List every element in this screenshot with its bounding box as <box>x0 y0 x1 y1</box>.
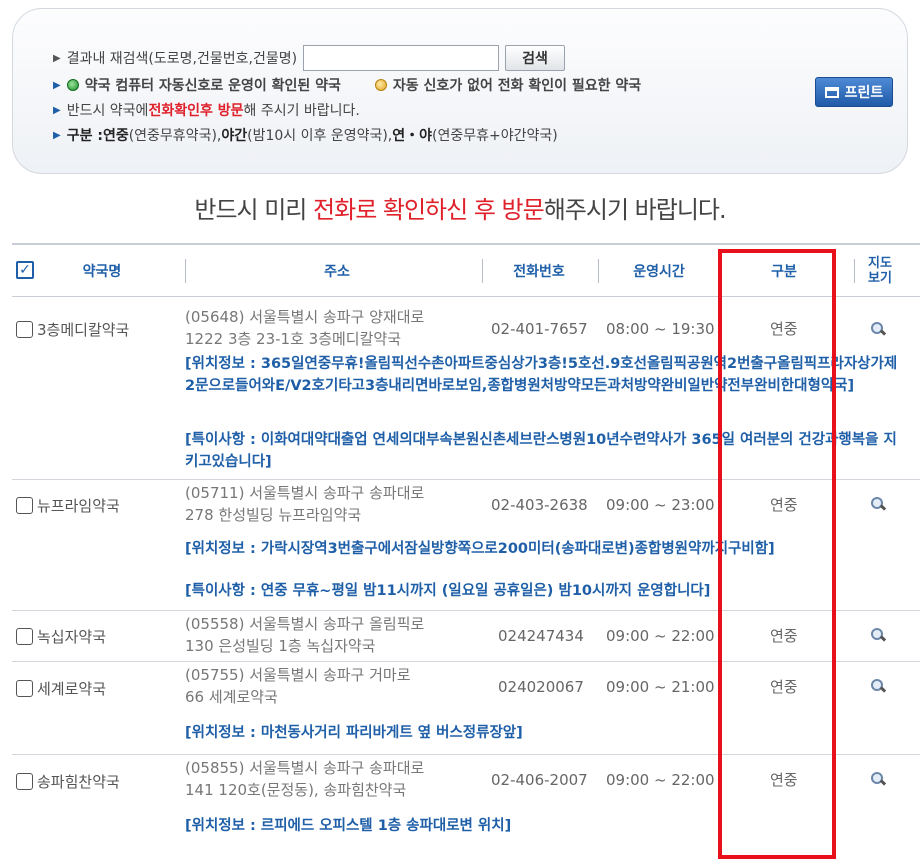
address-line2: 141 120호(문정동), 송파힘찬약국 <box>185 781 407 799</box>
address-cell: (05711) 서울특별시 송파구 송파대로 278 한성빌딩 뉴프라임약국 <box>185 482 424 526</box>
phone-number: 02-401-7657 <box>491 320 588 338</box>
notice-highlight: 전화로 확인하신 후 방문 <box>313 196 545 224</box>
pharmacy-name-cell: 3층메디칼약국 <box>16 319 129 340</box>
category-both-desc: (연중무휴+야간약국) <box>432 128 558 144</box>
address-line2: 278 한성빌딩 뉴프라임약국 <box>185 506 362 524</box>
notice-prefix: 반드시 미리 <box>194 196 314 224</box>
pharmacy-name: 세계로약국 <box>37 680 107 698</box>
operating-hours: 09:00 ~ 22:00 <box>606 771 715 789</box>
select-all-checkbox[interactable]: ✓ <box>16 261 34 279</box>
triangle-bullet-icon: ▶ <box>53 104 61 116</box>
triangle-bullet-icon: ▶ <box>53 79 61 91</box>
legend-yellow-text: 자동 신호가 없어 전화 확인이 필요한 약국 <box>392 78 642 94</box>
header-address: 주소 <box>324 264 350 280</box>
magnifier-icon <box>870 627 886 643</box>
legend-green-text: 약국 컴퓨터 자동신호로 운영이 확인된 약국 <box>84 78 341 94</box>
address-line1: (05648) 서울특별시 송파구 양재대로 <box>185 308 425 326</box>
notice-suffix: 해주시기 바랍니다. <box>543 196 727 224</box>
notice-banner: 반드시 미리 전화로 확인하신 후 방문해주시기 바랍니다. <box>0 190 920 225</box>
address-line1: (05711) 서울특별시 송파구 송파대로 <box>185 484 425 502</box>
pharmacy-name: 송파힘찬약국 <box>37 773 120 791</box>
address-cell: (05648) 서울특별시 송파구 양재대로 1222 3층 23-1호 3층메… <box>185 306 424 350</box>
map-view-link[interactable] <box>870 496 886 516</box>
search-row: ▶ 결과내 재검색(도로명,건물번호,건물명) 검색 <box>53 45 566 71</box>
search-button[interactable]: 검색 <box>505 45 566 71</box>
search-label: 결과내 재검색(도로명,건물번호,건물명) <box>66 51 298 67</box>
row-checkbox[interactable] <box>16 628 33 645</box>
search-panel: ▶ 결과내 재검색(도로명,건물번호,건물명) 검색 ▶ 약국 컴퓨터 자동신호… <box>12 8 908 174</box>
header-map: 지도 보기 <box>855 245 905 297</box>
map-view-link[interactable] <box>870 678 886 698</box>
address-cell: (05755) 서울특별시 송파구 거마로 66 세계로약국 <box>185 664 411 708</box>
pharmacy-name: 녹십자약국 <box>37 628 107 646</box>
phone-check-row: ▶ 반드시 약국에 전화확인후 방문 해 주시기 바랍니다. <box>53 100 360 120</box>
print-button-label: 프린트 <box>844 85 884 101</box>
category-night: 야간 <box>221 128 248 144</box>
address-line2: 66 세계로약국 <box>185 688 278 706</box>
operating-hours: 08:00 ~ 19:30 <box>606 320 715 338</box>
map-view-link[interactable] <box>870 627 886 647</box>
header-phone: 전화번호 <box>513 264 565 280</box>
category-annual: 연중 <box>102 128 129 144</box>
address-line2: 1222 3층 23-1호 3층메디칼약국 <box>185 330 402 348</box>
legend-row: ▶ 약국 컴퓨터 자동신호로 운영이 확인된 약국 자동 신호가 없어 전화 확… <box>53 75 641 95</box>
phone-check-suffix: 해 주시기 바랍니다. <box>243 103 360 119</box>
category-column-highlight <box>718 249 836 859</box>
phone-number: 024020067 <box>498 678 584 696</box>
pharmacy-name-cell: 송파힘찬약국 <box>16 771 120 792</box>
pharmacy-name-cell: 세계로약국 <box>16 678 106 699</box>
triangle-bullet-icon: ▶ <box>53 52 61 64</box>
pharmacy-name-cell: 뉴프라임약국 <box>16 495 120 516</box>
magnifier-icon <box>870 496 886 512</box>
category-both: 연・야 <box>392 128 433 144</box>
magnifier-icon <box>870 321 886 337</box>
operating-hours: 09:00 ~ 23:00 <box>606 496 715 514</box>
map-view-link[interactable] <box>870 771 886 791</box>
triangle-bullet-icon: ▶ <box>53 129 61 141</box>
phone-check-highlight: 전화확인후 방문 <box>148 103 244 119</box>
header-map-line1: 지도 <box>868 256 892 271</box>
pharmacy-name: 뉴프라임약국 <box>37 497 120 515</box>
row-checkbox[interactable] <box>16 497 33 514</box>
category-label: 구분 : <box>66 128 103 144</box>
header-hours: 운영시간 <box>633 264 685 280</box>
search-input[interactable] <box>303 45 500 71</box>
address-cell: (05855) 서울특별시 송파구 송파대로 141 120호(문정동), 송파… <box>185 757 424 801</box>
phone-number: 024247434 <box>498 627 584 645</box>
pharmacy-name-cell: 녹십자약국 <box>16 626 106 647</box>
phone-number: 02-403-2638 <box>491 496 588 514</box>
magnifier-icon <box>870 771 886 787</box>
operating-hours: 09:00 ~ 21:00 <box>606 678 715 696</box>
print-button[interactable]: 프린트 <box>815 77 893 107</box>
yellow-signal-icon <box>374 79 387 91</box>
operating-hours: 09:00 ~ 22:00 <box>606 627 715 645</box>
address-line1: (05558) 서울특별시 송파구 올림픽로 <box>185 615 425 633</box>
address-line1: (05855) 서울특별시 송파구 송파대로 <box>185 759 425 777</box>
phone-number: 02-406-2007 <box>491 771 588 789</box>
header-name: 약국명 <box>82 264 122 280</box>
category-legend-row: ▶ 구분 : 연중 (연중무휴약국), 야간 (밤10시 이후 운영약국), 연… <box>53 125 558 145</box>
printer-icon <box>824 86 839 98</box>
category-night-desc: (밤10시 이후 운영약국), <box>247 128 393 144</box>
magnifier-icon <box>870 678 886 694</box>
address-line1: (05755) 서울특별시 송파구 거마로 <box>185 666 411 684</box>
address-line2: 130 은성빌딩 1층 녹십자약국 <box>185 637 376 655</box>
phone-check-prefix: 반드시 약국에 <box>66 103 149 119</box>
row-checkbox[interactable] <box>16 680 33 697</box>
map-view-link[interactable] <box>870 321 886 341</box>
row-checkbox[interactable] <box>16 321 33 338</box>
green-signal-icon <box>66 79 79 91</box>
category-annual-desc: (연중무휴약국), <box>128 128 222 144</box>
pharmacy-name: 3층메디칼약국 <box>37 321 130 339</box>
header-map-line2: 보기 <box>868 271 892 286</box>
address-cell: (05558) 서울특별시 송파구 올림픽로 130 은성빌딩 1층 녹십자약국 <box>185 613 424 657</box>
row-checkbox[interactable] <box>16 773 33 790</box>
